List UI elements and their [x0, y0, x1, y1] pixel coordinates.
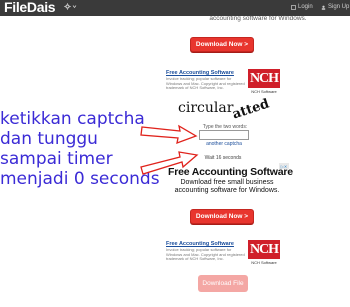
display-ad-title[interactable]: Free Accounting Software — [168, 166, 293, 178]
download-file-button[interactable]: Download File — [198, 275, 248, 292]
gear-icon — [64, 3, 71, 10]
wait-countdown: Wait 16 seconds — [204, 155, 242, 161]
chevron-down-icon — [72, 5, 77, 9]
text-ad-bottom[interactable]: Free Accounting Software Invoice trackin… — [166, 240, 286, 265]
annotation-line-1: ketikkan captcha — [0, 109, 145, 129]
adchoices-icon[interactable]: ▷✕ — [279, 163, 289, 169]
nch-logo-text: NCH — [248, 69, 280, 88]
brand-logo[interactable]: FileDais — [4, 0, 56, 15]
annotation-line-2: dan tunggu — [0, 129, 98, 149]
nch-logo-subtitle: NCH Software — [251, 260, 277, 265]
nch-logo[interactable]: NCH NCH Software — [248, 240, 280, 266]
user-icon — [321, 5, 326, 10]
nch-logo[interactable]: NCH NCH Software — [248, 69, 280, 95]
signup-link[interactable]: Sign Up — [321, 4, 349, 10]
annotation-line-4: menjadi 0 seconds — [0, 169, 160, 189]
download-now-button-2[interactable]: Download Now > — [190, 209, 254, 224]
signup-label: Sign Up — [328, 4, 350, 10]
annotation-line-3: sampai timer — [0, 149, 113, 169]
download-now-button[interactable]: Download Now > — [190, 37, 254, 52]
captcha-image: circular atted — [176, 96, 274, 124]
page: FileDais Login Sign Up accounting softwa… — [0, 0, 350, 307]
login-label: Login — [298, 4, 313, 10]
top-ad-text[interactable]: accounting software for Windows. — [203, 15, 313, 22]
text-ad-top[interactable]: Free Accounting Software Invoice trackin… — [166, 69, 286, 94]
captcha-input[interactable] — [199, 130, 249, 140]
brand-menu[interactable] — [64, 3, 77, 10]
ad-description: Invoice tracking; popular software for W… — [166, 247, 245, 262]
ad-description: Invoice tracking; popular software for W… — [166, 76, 245, 91]
login-icon — [291, 4, 296, 10]
login-link[interactable]: Login — [291, 4, 313, 10]
nch-logo-subtitle: NCH Software — [251, 89, 277, 94]
display-ad-text: Download free small business accounting … — [174, 179, 280, 194]
another-captcha-link[interactable]: another captcha — [198, 141, 250, 147]
display-ad[interactable]: Free Accounting Software Download free s… — [164, 163, 293, 199]
top-navigation-bar: FileDais Login Sign Up — [0, 0, 350, 16]
captcha-word-2: atted — [230, 96, 272, 123]
captcha-word-1: circular — [178, 100, 234, 116]
nch-logo-text: NCH — [248, 240, 280, 259]
